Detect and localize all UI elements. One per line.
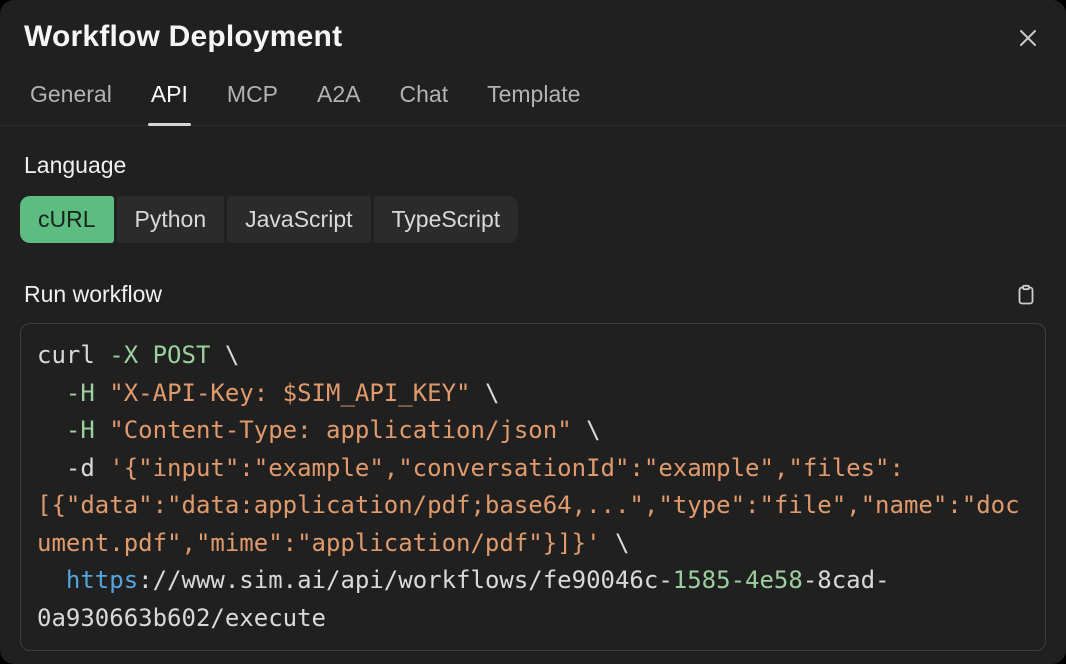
- tab-mcp[interactable]: MCP: [227, 81, 278, 125]
- close-button[interactable]: [1014, 24, 1042, 52]
- run-workflow-label: Run workflow: [24, 281, 162, 308]
- tab-chat[interactable]: Chat: [400, 81, 449, 125]
- language-option-typescript[interactable]: TypeScript: [374, 196, 519, 243]
- close-icon: [1017, 27, 1039, 49]
- clipboard-icon: [1016, 284, 1036, 306]
- language-option-curl[interactable]: cURL: [20, 196, 114, 243]
- tab-template[interactable]: Template: [487, 81, 580, 125]
- dialog-title: Workflow Deployment: [24, 20, 342, 54]
- language-option-javascript[interactable]: JavaScript: [227, 196, 370, 243]
- tab-a2a[interactable]: A2A: [317, 81, 360, 125]
- dialog-tabs: General API MCP A2A Chat Template: [0, 81, 1066, 126]
- run-workflow-row: Run workflow: [20, 281, 1046, 308]
- tab-api[interactable]: API: [151, 81, 188, 125]
- tab-general[interactable]: General: [30, 81, 112, 125]
- language-selector: cURL Python JavaScript TypeScript: [20, 196, 1046, 243]
- dialog-content: Language cURL Python JavaScript TypeScri…: [0, 152, 1066, 651]
- dialog-header: Workflow Deployment: [0, 0, 1066, 54]
- curl-code-block: curl -X POST \ -H "X-API-Key: $SIM_API_K…: [20, 323, 1046, 651]
- workflow-deployment-dialog: Workflow Deployment General API MCP A2A …: [0, 0, 1066, 664]
- copy-button[interactable]: [1014, 283, 1038, 307]
- code-content: curl -X POST \ -H "X-API-Key: $SIM_API_K…: [37, 337, 1030, 637]
- language-label: Language: [24, 152, 1046, 179]
- language-option-python[interactable]: Python: [117, 196, 225, 243]
